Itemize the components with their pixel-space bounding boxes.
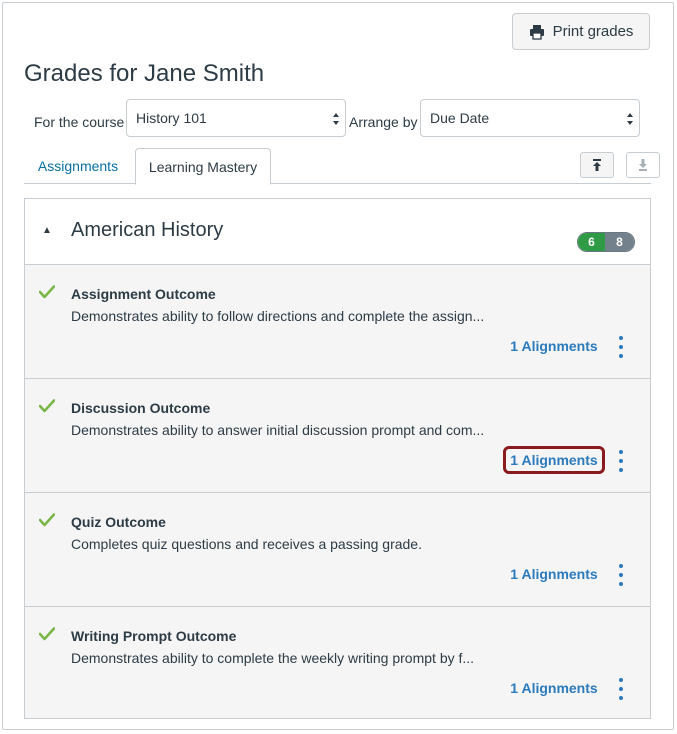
print-grades-label: Print grades	[552, 23, 634, 40]
kebab-menu-icon[interactable]	[614, 564, 628, 586]
checkmark-icon	[39, 627, 55, 641]
select-arrows-icon	[627, 113, 633, 125]
course-select[interactable]: History 101	[126, 99, 346, 137]
outcome-description: Demonstrates ability to follow direction…	[71, 308, 485, 324]
expand-all-icon	[593, 159, 601, 171]
outcome-title: Writing Prompt Outcome	[71, 628, 237, 644]
outcome-group-title: American History	[71, 219, 224, 241]
tab-assignments-label: Assignments	[37, 158, 119, 174]
checkmark-icon	[39, 285, 55, 299]
checkmark-icon	[39, 513, 55, 527]
alignments-link[interactable]: 1 Alignments	[503, 674, 605, 702]
outcome-title: Quiz Outcome	[71, 514, 166, 530]
course-select-value: History 101	[136, 110, 207, 126]
outcome-row: Writing Prompt Outcome Demonstrates abil…	[25, 607, 650, 721]
kebab-menu-icon[interactable]	[614, 336, 628, 358]
mastered-count: 6	[578, 233, 606, 251]
outcome-group-header[interactable]: ▲ American History 6 8	[25, 199, 650, 265]
outcome-title: Discussion Outcome	[71, 400, 211, 416]
arrange-select-value: Due Date	[430, 110, 490, 126]
total-count: 8	[605, 233, 634, 251]
grade-tabs: Assignments Learning Mastery	[24, 148, 651, 185]
alignments-link[interactable]: 1 Alignments	[503, 560, 605, 588]
tab-assignments[interactable]: Assignments	[24, 148, 132, 184]
arrange-select[interactable]: Due Date	[420, 99, 640, 137]
outcome-description: Completes quiz questions and receives a …	[71, 536, 422, 552]
outcome-row: Quiz Outcome Completes quiz questions an…	[25, 493, 650, 607]
caret-up-icon[interactable]: ▲	[42, 225, 52, 236]
course-label: For the course	[34, 114, 125, 130]
alignments-link-highlighted[interactable]: 1 Alignments	[503, 446, 605, 474]
outcome-title: Assignment Outcome	[71, 286, 216, 302]
kebab-menu-icon[interactable]	[614, 678, 628, 700]
kebab-menu-icon[interactable]	[614, 450, 628, 472]
select-arrows-icon	[333, 113, 339, 125]
collapse-all-icon	[639, 159, 647, 171]
tab-learning-mastery-label: Learning Mastery	[148, 158, 258, 175]
expand-all-button[interactable]	[580, 152, 614, 178]
printer-icon	[529, 24, 544, 40]
arrange-label: Arrange by	[349, 114, 418, 130]
print-grades-button[interactable]: Print grades	[512, 13, 650, 50]
outcome-description: Demonstrates ability to complete the wee…	[71, 650, 475, 666]
alignments-link[interactable]: 1 Alignments	[503, 332, 605, 360]
checkmark-icon	[39, 399, 55, 413]
outcome-row: Assignment Outcome Demonstrates ability …	[25, 265, 650, 379]
outcome-row: Discussion Outcome Demonstrates ability …	[25, 379, 650, 493]
mastery-count-pill: 6 8	[577, 232, 635, 252]
outcome-description: Demonstrates ability to answer initial d…	[71, 422, 485, 438]
outcome-group-panel: ▲ American History 6 8 Assignment Outcom…	[24, 198, 651, 719]
collapse-all-button[interactable]	[626, 152, 660, 178]
page-title: Grades for Jane Smith	[24, 60, 265, 87]
tab-learning-mastery[interactable]: Learning Mastery	[135, 148, 271, 185]
